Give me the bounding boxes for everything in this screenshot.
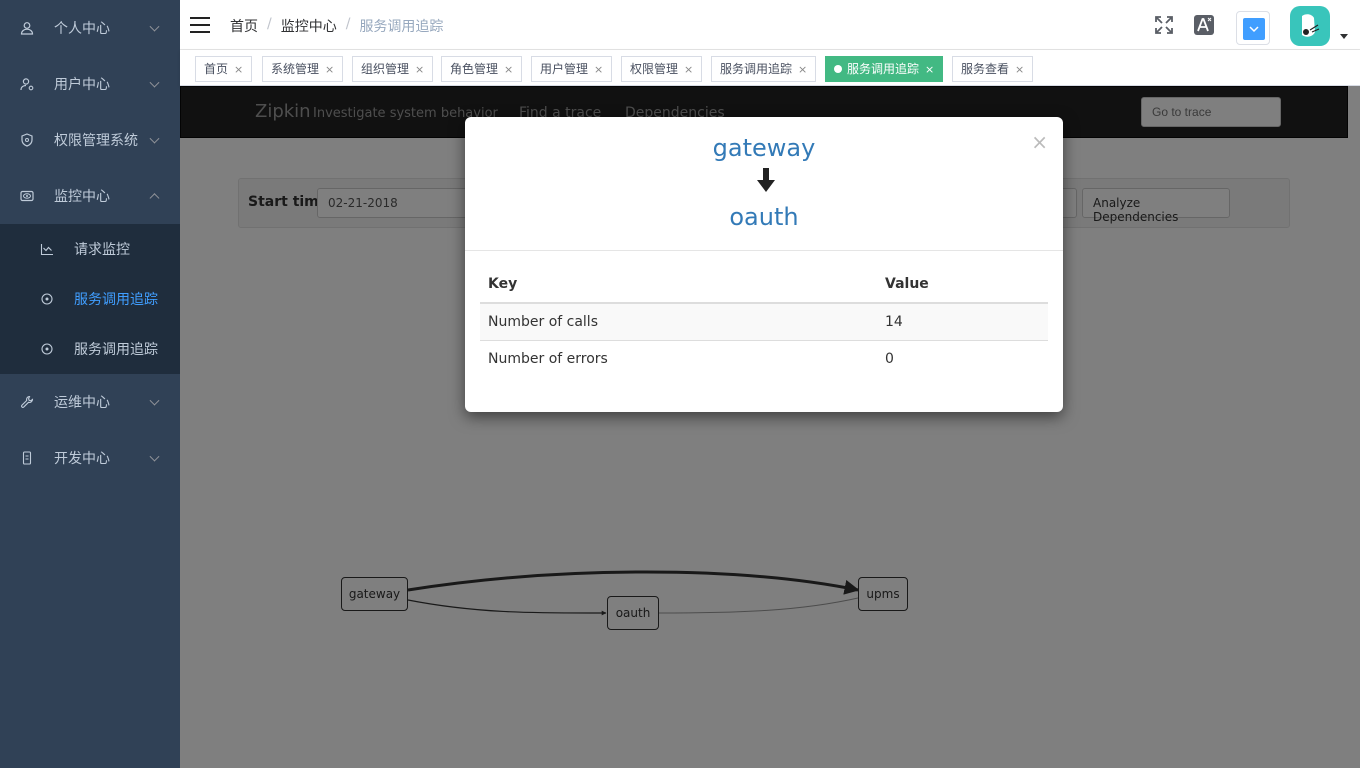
submenu-label: 请求监控 [74, 242, 130, 258]
submenu-label: 服务调用追踪 [74, 342, 158, 358]
size-select-dropdown[interactable] [1236, 11, 1270, 45]
edge-oauth-upms [657, 597, 859, 614]
translate-icon[interactable] [1193, 14, 1215, 36]
menu-item-user-center[interactable]: 用户中心 [0, 56, 180, 112]
close-icon[interactable]: × [1015, 63, 1024, 76]
tag-service-trace-active[interactable]: 服务调用追踪 × [825, 56, 944, 82]
menu-label: 开发中心 [54, 451, 110, 467]
close-icon[interactable]: × [415, 63, 424, 76]
table-row: Number of calls 14 [480, 302, 1048, 340]
tags-view: 首页 × 系统管理 × 组织管理 × 角色管理 × 用户管理 × 权限管理 × 服务调用追踪… [180, 50, 1360, 86]
edge-gateway-upms [407, 570, 860, 595]
menu-label: 权限管理系统 [54, 133, 138, 149]
chevron-down-icon [149, 133, 160, 144]
modal-to-service[interactable]: oauth [465, 203, 1063, 231]
tag-org-management[interactable]: 组织管理 × [352, 56, 434, 82]
arrow-down-icon [757, 168, 775, 192]
submenu-item-service-trace-active[interactable]: 服务调用追踪 [0, 274, 180, 324]
menu-label: 监控中心 [54, 189, 110, 205]
tag-service-trace[interactable]: 服务调用追踪 × [711, 56, 817, 82]
breadcrumb-home[interactable]: 首页 [230, 16, 258, 36]
active-dot [834, 65, 842, 73]
chevron-down-icon [149, 395, 160, 406]
column-header-key: Key [480, 266, 877, 304]
submenu-label: 服务调用追踪 [74, 292, 158, 308]
submenu-item-service-trace[interactable]: 服务调用追踪 [0, 324, 180, 374]
fullscreen-icon[interactable] [1153, 14, 1175, 36]
phone-icon [20, 451, 34, 465]
target-icon [40, 292, 54, 306]
menu-label: 运维中心 [54, 395, 110, 411]
node-upms[interactable]: upms [858, 577, 908, 611]
close-icon[interactable]: × [594, 63, 603, 76]
hamburger-menu-icon[interactable] [190, 17, 210, 33]
menu-label: 个人中心 [54, 21, 110, 37]
modal-from-service[interactable]: gateway [465, 134, 1063, 162]
sidebar: 个人中心 用户中心 权限管理系统 监控中心 请求监控 服务调用追踪 服务调用追踪… [0, 0, 180, 768]
tag-service-view[interactable]: 服务查看 × [952, 56, 1034, 82]
chevron-down-icon [1243, 18, 1265, 40]
close-icon[interactable]: × [234, 63, 243, 76]
chevron-down-icon [149, 21, 160, 32]
eye-icon [20, 189, 34, 203]
dependency-stats-table: Key Value Number of calls 14 Number of e… [480, 266, 1048, 377]
menu-item-permission-system[interactable]: 权限管理系统 [0, 112, 180, 168]
table-cell-key: Number of calls [480, 302, 877, 340]
shield-icon [20, 133, 34, 147]
close-icon[interactable]: × [504, 63, 513, 76]
edge-gateway-oauth [407, 599, 607, 616]
chevron-up-icon [149, 193, 160, 204]
modal-header: × gateway oauth [465, 117, 1063, 251]
breadcrumb-monitor-center[interactable]: 监控中心 [281, 16, 337, 36]
menu-item-dev-center[interactable]: 开发中心 [0, 430, 180, 486]
table-cell-value: 0 [877, 339, 1048, 377]
menu-label: 用户中心 [54, 77, 110, 93]
column-header-value: Value [877, 266, 1048, 304]
user-settings-icon [20, 77, 34, 91]
dependency-detail-modal: × gateway oauth Key Value Number of call… [465, 117, 1063, 412]
node-gateway[interactable]: gateway [341, 577, 408, 611]
user-icon [20, 21, 34, 35]
table-header-row: Key Value [480, 266, 1048, 304]
breadcrumb-separator: / [345, 16, 351, 32]
breadcrumb-current: 服务调用追踪 [359, 19, 444, 35]
tag-home[interactable]: 首页 × [195, 56, 253, 82]
avatar[interactable] [1290, 6, 1330, 46]
tag-permission-management[interactable]: 权限管理 × [621, 56, 703, 82]
chart-icon [40, 242, 54, 256]
caret-down-icon[interactable] [1340, 34, 1348, 39]
wrench-icon [20, 395, 34, 409]
close-icon[interactable]: × [325, 63, 334, 76]
close-icon[interactable]: × [798, 63, 807, 76]
tag-system-management[interactable]: 系统管理 × [262, 56, 344, 82]
chevron-down-icon [149, 77, 160, 88]
breadcrumb-separator: / [267, 16, 272, 32]
node-oauth[interactable]: oauth [607, 596, 659, 630]
submenu-item-request-monitor[interactable]: 请求监控 [0, 224, 180, 274]
breadcrumb: 首页 / 监控中心 / 服务调用追踪 [230, 16, 443, 36]
navbar: 首页 / 监控中心 / 服务调用追踪 [180, 0, 1360, 50]
monitor-submenu: 请求监控 服务调用追踪 服务调用追踪 [0, 224, 180, 374]
app-root: 个人中心 用户中心 权限管理系统 监控中心 请求监控 服务调用追踪 服务调用追踪… [0, 0, 1360, 768]
target-icon [40, 342, 54, 356]
tag-user-management[interactable]: 用户管理 × [531, 56, 613, 82]
close-icon[interactable]: × [925, 63, 934, 76]
chevron-down-icon [149, 451, 160, 462]
table-row: Number of errors 0 [480, 339, 1048, 377]
close-icon[interactable]: × [684, 63, 693, 76]
menu-item-ops-center[interactable]: 运维中心 [0, 374, 180, 430]
table-cell-key: Number of errors [480, 339, 877, 377]
table-cell-value: 14 [877, 302, 1048, 340]
menu-item-monitor-center[interactable]: 监控中心 [0, 168, 180, 224]
menu-item-personal-center[interactable]: 个人中心 [0, 0, 180, 56]
tag-role-management[interactable]: 角色管理 × [441, 56, 523, 82]
